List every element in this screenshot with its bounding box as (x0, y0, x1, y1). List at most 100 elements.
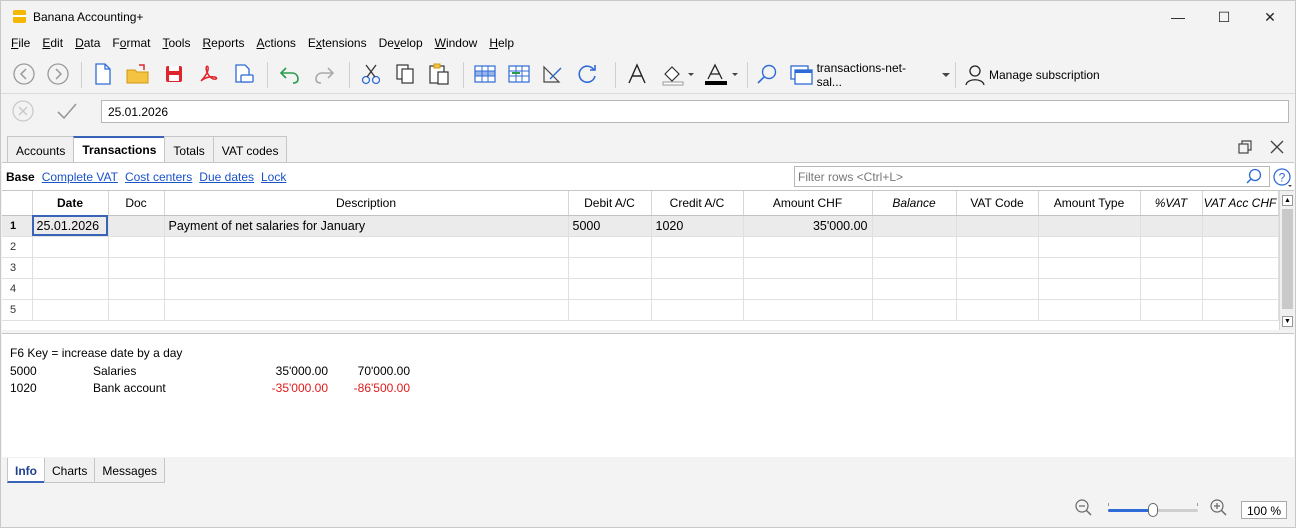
column-header[interactable]: Date (32, 191, 109, 216)
menu-item[interactable]: Develop (373, 34, 429, 54)
cell-doc[interactable] (108, 257, 165, 279)
view-cost-centers[interactable]: Cost centers (125, 170, 192, 184)
scroll-thumb[interactable] (1282, 209, 1293, 309)
tab-totals[interactable]: Totals (164, 136, 214, 162)
column-header[interactable]: Doc (108, 191, 165, 216)
font-button[interactable] (623, 61, 651, 87)
view-complete-vat[interactable]: Complete VAT (42, 170, 118, 184)
undo-button[interactable] (275, 61, 305, 87)
back-button[interactable] (11, 61, 37, 87)
fill-color-button[interactable] (659, 61, 697, 87)
manage-subscription-button[interactable]: Manage subscription (963, 62, 1100, 88)
cell-date[interactable] (32, 257, 109, 279)
cell-desc[interactable]: Payment of net salaries for January (164, 215, 569, 237)
cell-amttype[interactable] (1038, 257, 1141, 279)
cell-date[interactable]: 25.01.2026 (32, 215, 109, 237)
help-icon[interactable]: ? (1272, 167, 1294, 192)
column-header[interactable]: Debit A/C (568, 191, 652, 216)
cell-date[interactable] (32, 299, 109, 321)
paste-button[interactable] (425, 61, 453, 87)
confirm-edit-button[interactable] (55, 100, 79, 125)
cancel-edit-button[interactable] (11, 99, 35, 126)
menu-item[interactable]: File (5, 34, 36, 54)
filter-rows-input[interactable]: Filter rows <Ctrl+L> (794, 166, 1270, 187)
view-due-dates[interactable]: Due dates (199, 170, 254, 184)
scroll-down-icon[interactable]: ▼ (1282, 316, 1293, 327)
column-header[interactable]: Amount CHF (743, 191, 873, 216)
cell-desc[interactable] (164, 278, 569, 300)
zoom-level[interactable]: 100 % (1241, 501, 1287, 519)
cell-vatacc[interactable] (1202, 299, 1279, 321)
open-file-button[interactable] (123, 61, 153, 87)
close-button[interactable]: ✕ (1247, 1, 1293, 33)
cell-desc[interactable] (164, 299, 569, 321)
cell-debit[interactable] (568, 299, 652, 321)
row-number[interactable]: 3 (2, 257, 33, 279)
tab-messages[interactable]: Messages (94, 458, 166, 483)
cell-balance[interactable] (872, 257, 957, 279)
cell-doc[interactable] (108, 278, 165, 300)
menu-item[interactable]: Extensions (302, 34, 373, 54)
column-header[interactable]: %VAT (1140, 191, 1203, 216)
menu-item[interactable]: Help (483, 34, 520, 54)
menu-item[interactable]: Edit (36, 34, 69, 54)
menu-item[interactable]: Data (69, 34, 106, 54)
cell-vatacc[interactable] (1202, 236, 1279, 258)
edit-chart-button[interactable] (539, 61, 567, 87)
column-header[interactable]: Amount Type (1038, 191, 1141, 216)
cell-credit[interactable] (651, 299, 744, 321)
tab-vat-codes[interactable]: VAT codes (212, 136, 288, 162)
column-header[interactable]: VAT Acc CHF (1202, 191, 1279, 216)
cell-vatacc[interactable] (1202, 215, 1279, 237)
cell-vatcode[interactable] (956, 299, 1039, 321)
forward-button[interactable] (45, 61, 71, 87)
view-lock[interactable]: Lock (261, 170, 286, 184)
cell-balance[interactable] (872, 278, 957, 300)
add-row-button[interactable] (471, 61, 499, 87)
search-button[interactable] (753, 61, 781, 87)
cell-amttype[interactable] (1038, 299, 1141, 321)
cell-edit-input[interactable]: 25.01.2026 (101, 100, 1289, 123)
row-number[interactable]: 2 (2, 236, 33, 258)
redo-button[interactable] (309, 61, 339, 87)
cell-debit[interactable]: 5000 (568, 215, 652, 237)
text-color-button[interactable] (701, 61, 741, 87)
cell-pvat[interactable] (1140, 257, 1203, 279)
menu-item[interactable]: Tools (156, 34, 196, 54)
column-header[interactable]: Description (164, 191, 569, 216)
view-base[interactable]: Base (6, 170, 35, 184)
cell-credit[interactable] (651, 236, 744, 258)
cell-pvat[interactable] (1140, 278, 1203, 300)
cell-amttype[interactable] (1038, 215, 1141, 237)
cell-amount[interactable] (743, 257, 873, 279)
cell-debit[interactable] (568, 257, 652, 279)
row-number[interactable]: 4 (2, 278, 33, 300)
cell-debit[interactable] (568, 236, 652, 258)
row-number[interactable]: 5 (2, 299, 33, 321)
insert-row-button[interactable] (505, 61, 533, 87)
row-number[interactable]: 1 (2, 215, 33, 237)
tab-info[interactable]: Info (7, 458, 45, 483)
cell-doc[interactable] (108, 236, 165, 258)
cell-credit[interactable]: 1020 (651, 215, 744, 237)
restore-panel-icon[interactable] (1237, 139, 1253, 160)
cell-doc[interactable] (108, 215, 165, 237)
recheck-accounting-button[interactable] (573, 61, 601, 87)
cell-vatcode[interactable] (956, 215, 1039, 237)
column-header[interactable]: VAT Code (956, 191, 1039, 216)
zoom-out-icon[interactable] (1074, 498, 1094, 521)
menu-item[interactable]: Actions (251, 34, 302, 54)
cell-date[interactable] (32, 278, 109, 300)
cell-vatacc[interactable] (1202, 257, 1279, 279)
tab-accounts[interactable]: Accounts (7, 136, 75, 162)
zoom-slider[interactable] (1108, 503, 1198, 517)
cell-balance[interactable] (872, 215, 957, 237)
cell-pvat[interactable] (1140, 215, 1203, 237)
menu-item[interactable]: Window (429, 34, 484, 54)
save-button[interactable] (161, 61, 187, 87)
cell-balance[interactable] (872, 299, 957, 321)
cell-doc[interactable] (108, 299, 165, 321)
cell-amount[interactable]: 35'000.00 (743, 215, 873, 237)
maximize-button[interactable]: ☐ (1201, 1, 1247, 33)
copy-button[interactable] (391, 61, 419, 87)
